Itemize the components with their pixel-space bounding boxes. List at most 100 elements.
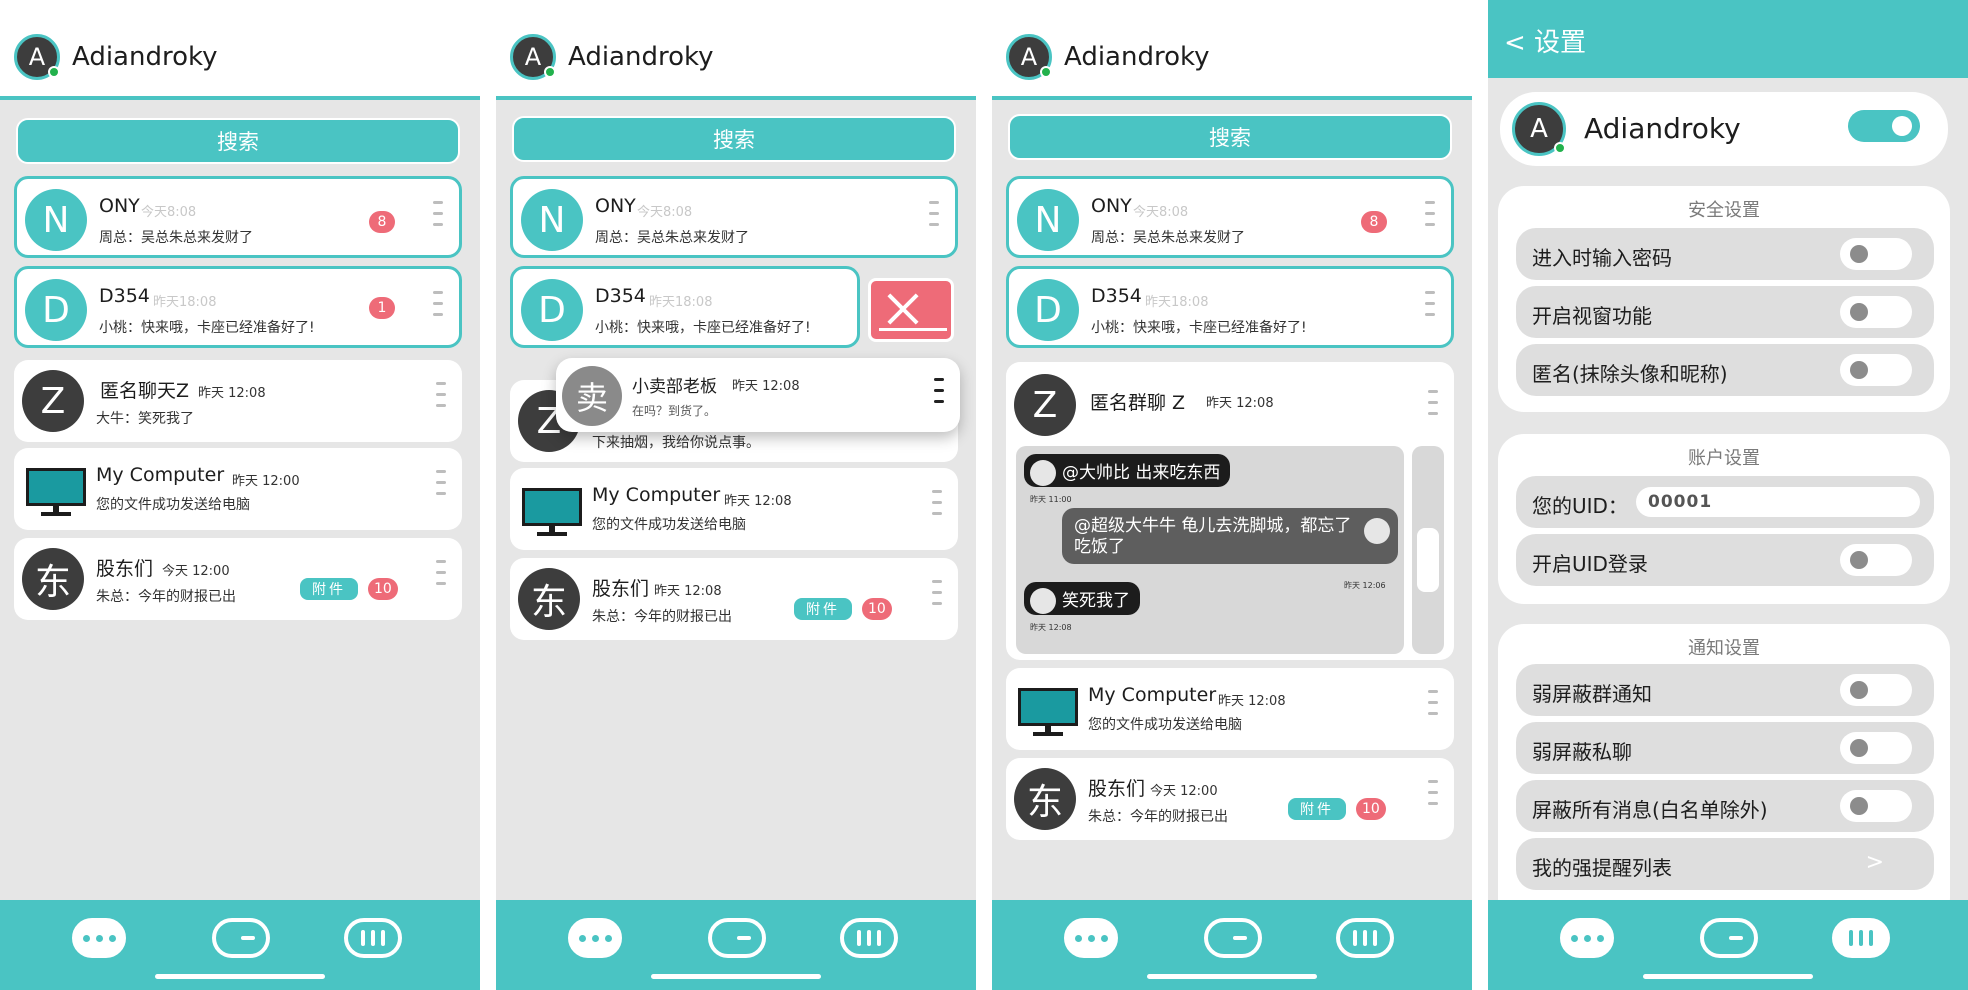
drag-handle-icon[interactable] [1425,291,1437,329]
home-indicator[interactable] [651,974,821,979]
chat-item-shareholders[interactable]: 东 股东们 今天 12:00 朱总：今年的财报已出 附件 10 [1006,758,1454,840]
dragged-chat-item[interactable]: 卖 小卖部老板 昨天 12:08 在吗？到货了。 [556,358,960,432]
setting-row-reminder-list[interactable]: 我的强提醒列表 > [1516,838,1934,890]
user-avatar[interactable]: A [510,34,556,80]
screen-chat-list-swipe: A Adiandroky 搜索 N ONY 今天8:08 周总：吴总朱总来发财了… [496,0,976,990]
user-name: Adiandroky [1064,42,1210,72]
chat-bubble-icon[interactable] [72,918,126,958]
chat-item-shareholders[interactable]: 东 股东们 今天 12:00 朱总：今年的财报已出 附件 10 [14,538,462,620]
uid-field[interactable]: 00001 [1636,487,1920,517]
menu-bars-icon[interactable] [840,918,898,958]
chat-item-my-computer[interactable]: My Computer 昨天 12:08 您的文件成功发送给电脑 [510,468,958,550]
chat-item-d354[interactable]: D D354 昨天18:08 小桃：快来哦，卡座已经准备好了! [510,266,860,348]
user-avatar[interactable]: A [1512,102,1566,156]
search-button[interactable]: 搜索 [512,116,956,162]
setting-toggle[interactable] [1840,732,1912,764]
menu-bars-icon[interactable] [1336,918,1394,958]
chat-bubble-icon[interactable] [568,918,622,958]
chat-item-ony[interactable]: N ONY 今天8:08 周总：吴总朱总来发财了 8 [1006,176,1454,258]
drag-handle-icon[interactable] [932,490,944,528]
setting-row-block-all[interactable]: 屏蔽所有消息(白名单除外) [1516,780,1934,832]
chat-name: My Computer [96,464,225,486]
user-avatar[interactable]: A [14,34,60,80]
setting-label: 进入时输入密码 [1532,246,1672,270]
back-title[interactable]: < 设置 [1504,22,1586,59]
user-avatar[interactable]: A [1006,34,1052,80]
chat-item-ony[interactable]: N ONY 今天8:08 周总：吴总朱总来发财了 8 [14,176,462,258]
notification-settings-section: 通知设置 弱屏蔽群通知 弱屏蔽私聊 屏蔽所有消息(白名单除外) 我的强提醒列表 … [1498,624,1950,924]
setting-row-anonymous[interactable]: 匿名(抹除头像和昵称) [1516,344,1934,396]
pill-toggle-icon[interactable] [1204,918,1262,958]
chat-preview: 您的文件成功发送给电脑 [96,497,250,513]
chat-avatar: N [25,189,87,251]
chat-time: 昨天 12:08 [1206,396,1274,411]
scrollbar-thumb[interactable] [1417,528,1439,592]
search-button[interactable]: 搜索 [1008,114,1452,160]
settings-header: < 设置 [1488,0,1968,78]
pill-toggle-icon[interactable] [708,918,766,958]
setting-toggle[interactable] [1840,544,1912,576]
chat-preview: 下来抽烟，我给你说点事。 [592,435,760,451]
drag-handle-icon[interactable] [436,470,448,508]
delete-button[interactable] [868,278,954,342]
drag-handle-icon[interactable] [1428,780,1440,818]
setting-row-private-mute[interactable]: 弱屏蔽私聊 [1516,722,1934,774]
drag-handle-icon[interactable] [436,560,448,598]
chat-name: ONY [99,195,140,217]
chat-bubble-icon[interactable] [1560,918,1614,958]
chat-item-d354[interactable]: D D354 昨天18:08 小桃：快来哦，卡座已经准备好了! 1 [14,266,462,348]
drag-handle-icon[interactable] [433,201,445,239]
setting-toggle[interactable] [1840,354,1912,386]
chat-preview: 周总：吴总朱总来发财了 [1091,230,1245,246]
message-scrollbar[interactable] [1412,446,1444,654]
chat-time: 今天8:08 [141,205,197,220]
chat-item-shareholders[interactable]: 东 股东们 昨天 12:08 朱总：今年的财报已出 附件 10 [510,558,958,640]
chat-item-d354[interactable]: D D354 昨天18:08 小桃：快来哦，卡座已经准备好了! [1006,266,1454,348]
chat-item-anon[interactable]: Z 匿名聊天Z 昨天 12:08 大牛：笑死我了 [14,360,462,442]
home-indicator[interactable] [155,974,325,979]
setting-toggle[interactable] [1840,790,1912,822]
profile-toggle[interactable] [1848,110,1920,142]
message-time: 昨天 11:00 [1030,495,1072,504]
setting-toggle[interactable] [1840,296,1912,328]
drag-handle-icon[interactable] [1428,690,1440,728]
chat-name: 股东们 [96,558,154,580]
chat-item-anon-group-expanded[interactable]: Z 匿名群聊 Z 昨天 12:08 @大帅比 出来吃东西 昨天 11:00 @超… [1006,362,1454,660]
chat-avatar: 东 [518,568,580,630]
drag-handle-icon[interactable] [433,291,445,329]
setting-label: 弱屏蔽私聊 [1532,740,1632,764]
setting-row-password[interactable]: 进入时输入密码 [1516,228,1934,280]
setting-row-uid-login[interactable]: 开启UID登录 [1516,534,1934,586]
menu-bars-icon[interactable] [1832,918,1890,958]
pill-toggle-icon[interactable] [1700,918,1758,958]
unread-badge: 1 [369,297,395,319]
chat-time: 昨天18:08 [649,295,713,310]
setting-row-group-mute[interactable]: 弱屏蔽群通知 [1516,664,1934,716]
drag-handle-icon[interactable] [932,580,944,618]
chat-item-my-computer[interactable]: My Computer 昨天 12:00 您的文件成功发送给电脑 [14,448,462,530]
chat-item-my-computer[interactable]: My Computer 昨天 12:08 您的文件成功发送给电脑 [1006,668,1454,750]
chat-avatar: 卖 [562,366,622,426]
pill-toggle-icon[interactable] [212,918,270,958]
setting-toggle[interactable] [1840,238,1912,270]
drag-handle-icon[interactable] [1428,390,1440,428]
chat-bubble-icon[interactable] [1064,918,1118,958]
drag-handle-icon[interactable] [934,378,946,416]
setting-toggle[interactable] [1840,674,1912,706]
setting-label: 开启视窗功能 [1532,304,1652,328]
chat-item-ony[interactable]: N ONY 今天8:08 周总：吴总朱总来发财了 [510,176,958,258]
chat-preview: 朱总：今年的财报已出 [96,589,236,605]
search-button[interactable]: 搜索 [16,118,460,164]
drag-handle-icon[interactable] [436,382,448,420]
avatar-initial: A [28,43,46,71]
section-header: 账户设置 [1688,448,1760,469]
menu-bars-icon[interactable] [344,918,402,958]
drag-handle-icon[interactable] [1425,201,1437,239]
drag-handle-icon[interactable] [929,201,941,239]
chat-name: D354 [595,285,646,307]
monitor-icon [26,468,86,518]
home-indicator[interactable] [1643,974,1813,979]
setting-row-window[interactable]: 开启视窗功能 [1516,286,1934,338]
home-indicator[interactable] [1147,974,1317,979]
message-preview-area[interactable]: @大帅比 出来吃东西 昨天 11:00 @超级大牛牛 龟儿去洗脚城，都忘了吃饭了… [1016,446,1404,654]
